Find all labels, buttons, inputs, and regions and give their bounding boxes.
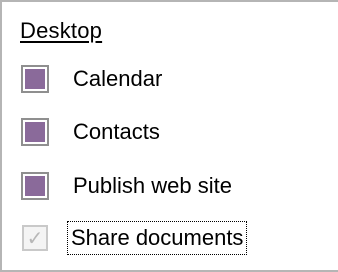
share-documents-checkbox: ✓ bbox=[22, 225, 48, 251]
group-title: Desktop bbox=[20, 18, 103, 43]
calendar-option[interactable]: Calendar bbox=[21, 61, 165, 97]
contacts-label[interactable]: Contacts bbox=[70, 117, 163, 147]
publish-web-site-option[interactable]: Publish web site bbox=[21, 168, 235, 204]
calendar-label[interactable]: Calendar bbox=[70, 64, 165, 94]
contacts-option[interactable]: Contacts bbox=[21, 114, 163, 150]
share-documents-option[interactable]: ✓ Share documents bbox=[22, 220, 248, 256]
desktop-options-panel: Desktop Calendar Contacts Publish web si… bbox=[0, 0, 338, 272]
calendar-checkbox[interactable] bbox=[21, 65, 49, 93]
publish-web-site-checkbox[interactable] bbox=[21, 172, 49, 200]
publish-web-site-label[interactable]: Publish web site bbox=[70, 171, 235, 201]
contacts-checkbox[interactable] bbox=[21, 118, 49, 146]
share-documents-label[interactable]: Share documents bbox=[67, 221, 248, 255]
check-icon: ✓ bbox=[26, 226, 44, 250]
